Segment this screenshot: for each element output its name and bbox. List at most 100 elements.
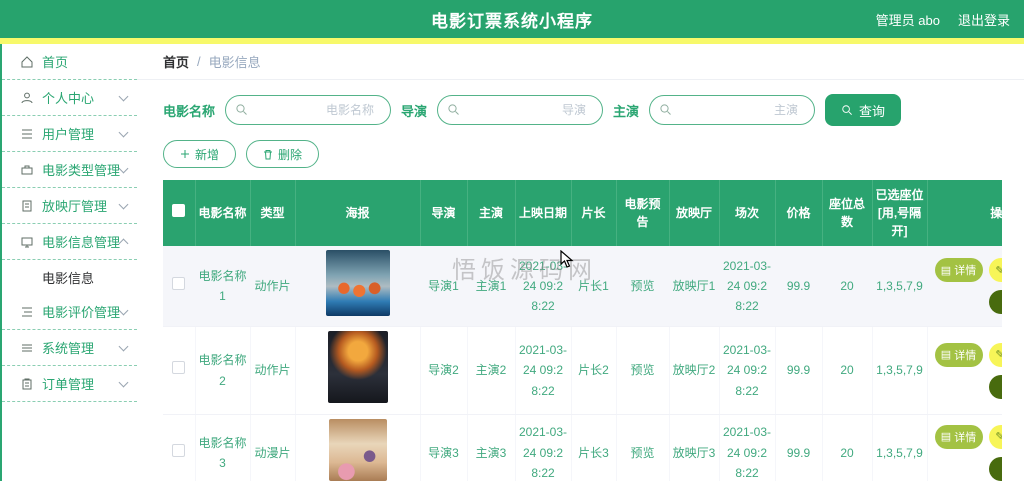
sidebar-item-label: 电影评价管理 bbox=[42, 302, 120, 321]
col-header: 类型 bbox=[250, 180, 295, 246]
hall: 放映厅3 bbox=[669, 414, 719, 481]
seats-total: 20 bbox=[822, 327, 872, 414]
col-header: 上映日期 bbox=[515, 180, 571, 246]
movie-star: 主演2 bbox=[467, 327, 515, 414]
trash-icon bbox=[263, 149, 273, 160]
seats-selected: 1,3,5,7,9 bbox=[872, 414, 927, 481]
edit-button[interactable]: ✎修改 bbox=[989, 425, 1003, 449]
sidebar-item-label: 电影信息管理 bbox=[42, 232, 120, 251]
current-user: 管理员 abo bbox=[876, 10, 940, 29]
sidebar-item-label: 电影类型管理 bbox=[42, 160, 120, 179]
chevron-down-icon bbox=[119, 91, 129, 101]
preview-link[interactable]: 预览 bbox=[616, 414, 669, 481]
col-header: 场次 bbox=[719, 180, 775, 246]
col-header: 电影名称 bbox=[195, 180, 250, 246]
movie-name-input[interactable] bbox=[225, 95, 391, 125]
search-label-star: 主演 bbox=[613, 101, 639, 120]
sidebar-item-home[interactable]: 首页 bbox=[2, 44, 137, 80]
col-header: 已选座位[用,号隔开] bbox=[872, 180, 927, 246]
pencil-icon: ✎ bbox=[995, 264, 1002, 277]
preview-link[interactable]: 预览 bbox=[616, 246, 669, 327]
price: 99.9 bbox=[775, 414, 822, 481]
breadcrumb-home[interactable]: 首页 bbox=[163, 52, 189, 71]
logout-link[interactable]: 退出登录 bbox=[958, 10, 1010, 29]
row-checkbox[interactable] bbox=[172, 444, 185, 457]
breadcrumb-separator: / bbox=[197, 54, 201, 69]
chevron-down-icon bbox=[119, 127, 129, 137]
chevron-down-icon bbox=[119, 199, 129, 209]
main-content: 首页 / 电影信息 电影名称 导演 bbox=[137, 44, 1024, 481]
home-icon bbox=[20, 55, 34, 69]
menu-icon bbox=[20, 341, 34, 355]
col-header: 导演 bbox=[420, 180, 467, 246]
session: 2021-03-24 09:28:22 bbox=[719, 327, 775, 414]
sidebar-item-label: 系统管理 bbox=[42, 338, 120, 357]
preview-link[interactable]: 预览 bbox=[616, 327, 669, 414]
movie-poster bbox=[328, 331, 388, 403]
session: 2021-03-24 09:28:22 bbox=[719, 246, 775, 327]
sidebar-item-label: 个人中心 bbox=[42, 88, 120, 107]
director-input[interactable] bbox=[437, 95, 603, 125]
sidebar-item-users[interactable]: 用户管理 bbox=[2, 116, 137, 152]
movie-poster bbox=[329, 419, 387, 481]
delete-button[interactable]: 删除 bbox=[246, 140, 319, 168]
price: 99.9 bbox=[775, 327, 822, 414]
movie-director: 导演2 bbox=[420, 327, 467, 414]
select-all-checkbox[interactable] bbox=[172, 204, 185, 217]
row-checkbox[interactable] bbox=[172, 277, 185, 290]
sidebar-item-system[interactable]: 系统管理 bbox=[2, 330, 137, 366]
table-row: 电影名称2 动作片 导演2 主演2 2021-03-24 09:28:22 片长… bbox=[163, 327, 1002, 414]
table-row: 电影名称3 动漫片 导演3 主演3 2021-03-24 09:28:22 片长… bbox=[163, 414, 1002, 481]
col-header: 海报 bbox=[295, 180, 420, 246]
detail-button[interactable]: ▤详情 bbox=[935, 425, 983, 449]
star-input[interactable] bbox=[649, 95, 815, 125]
col-header: 电影预告 bbox=[616, 180, 669, 246]
top-header: 电影订票系统小程序 管理员 abo 退出登录 bbox=[0, 0, 1024, 38]
plus-icon bbox=[180, 149, 190, 159]
page: 电影订票系统小程序 管理员 abo 退出登录 首页 个人中心 bbox=[0, 0, 1024, 481]
chevron-down-icon bbox=[119, 377, 129, 387]
sidebar: 首页 个人中心 用户管理 电影类型管理 bbox=[0, 44, 137, 481]
query-button[interactable]: 查询 bbox=[825, 94, 901, 126]
pencil-icon: ✎ bbox=[995, 430, 1002, 443]
sidebar-item-halls[interactable]: 放映厅管理 bbox=[2, 188, 137, 224]
more-action-button[interactable]: ▶ bbox=[989, 457, 1003, 481]
chevron-down-icon bbox=[119, 163, 129, 173]
table-row: 电影名称1 动作片 导演1 主演1 2021-03-24 09:28:22 片长… bbox=[163, 246, 1002, 327]
more-action-button[interactable]: ▶ bbox=[989, 375, 1003, 399]
doc-icon: ▤ bbox=[941, 348, 951, 361]
edit-button[interactable]: ✎修改 bbox=[989, 343, 1003, 367]
movie-star: 主演3 bbox=[467, 414, 515, 481]
pencil-icon: ✎ bbox=[995, 348, 1002, 361]
comment-icon bbox=[20, 305, 34, 319]
detail-button[interactable]: ▤详情 bbox=[935, 343, 983, 367]
edit-button[interactable]: ✎修改 bbox=[989, 258, 1003, 282]
chevron-down-icon bbox=[119, 305, 129, 315]
movie-type: 动漫片 bbox=[250, 414, 295, 481]
table-header-row: 电影名称 类型 海报 导演 主演 上映日期 片长 电影预告 放映厅 场次 价格 … bbox=[163, 180, 1002, 246]
search-icon bbox=[235, 103, 248, 116]
seats-selected: 1,3,5,7,9 bbox=[872, 327, 927, 414]
col-header: 价格 bbox=[775, 180, 822, 246]
row-checkbox[interactable] bbox=[172, 361, 185, 374]
search-form: 电影名称 导演 主演 bbox=[137, 80, 1024, 126]
sidebar-item-label: 订单管理 bbox=[42, 374, 120, 393]
sidebar-item-reviews[interactable]: 电影评价管理 bbox=[2, 294, 137, 330]
detail-button[interactable]: ▤详情 bbox=[935, 258, 983, 282]
sidebar-item-orders[interactable]: 订单管理 bbox=[2, 366, 137, 402]
sidebar-item-profile[interactable]: 个人中心 bbox=[2, 80, 137, 116]
clipboard-icon bbox=[20, 377, 34, 391]
movie-director: 导演3 bbox=[420, 414, 467, 481]
sidebar-item-movie-types[interactable]: 电影类型管理 bbox=[2, 152, 137, 188]
breadcrumb-current: 电影信息 bbox=[209, 52, 261, 71]
sidebar-item-movie-info-mgmt[interactable]: 电影信息管理 bbox=[2, 224, 137, 260]
app-title: 电影订票系统小程序 bbox=[431, 7, 593, 32]
add-button[interactable]: 新增 bbox=[163, 140, 236, 168]
chevron-down-icon bbox=[119, 341, 129, 351]
doc-icon: ▤ bbox=[941, 430, 951, 443]
movie-type: 动作片 bbox=[250, 327, 295, 414]
sidebar-subitem-movie-info[interactable]: 电影信息 bbox=[2, 260, 137, 294]
more-action-button[interactable]: ▶ bbox=[989, 290, 1003, 314]
doc-icon: ▤ bbox=[941, 264, 951, 277]
search-icon bbox=[841, 104, 853, 116]
